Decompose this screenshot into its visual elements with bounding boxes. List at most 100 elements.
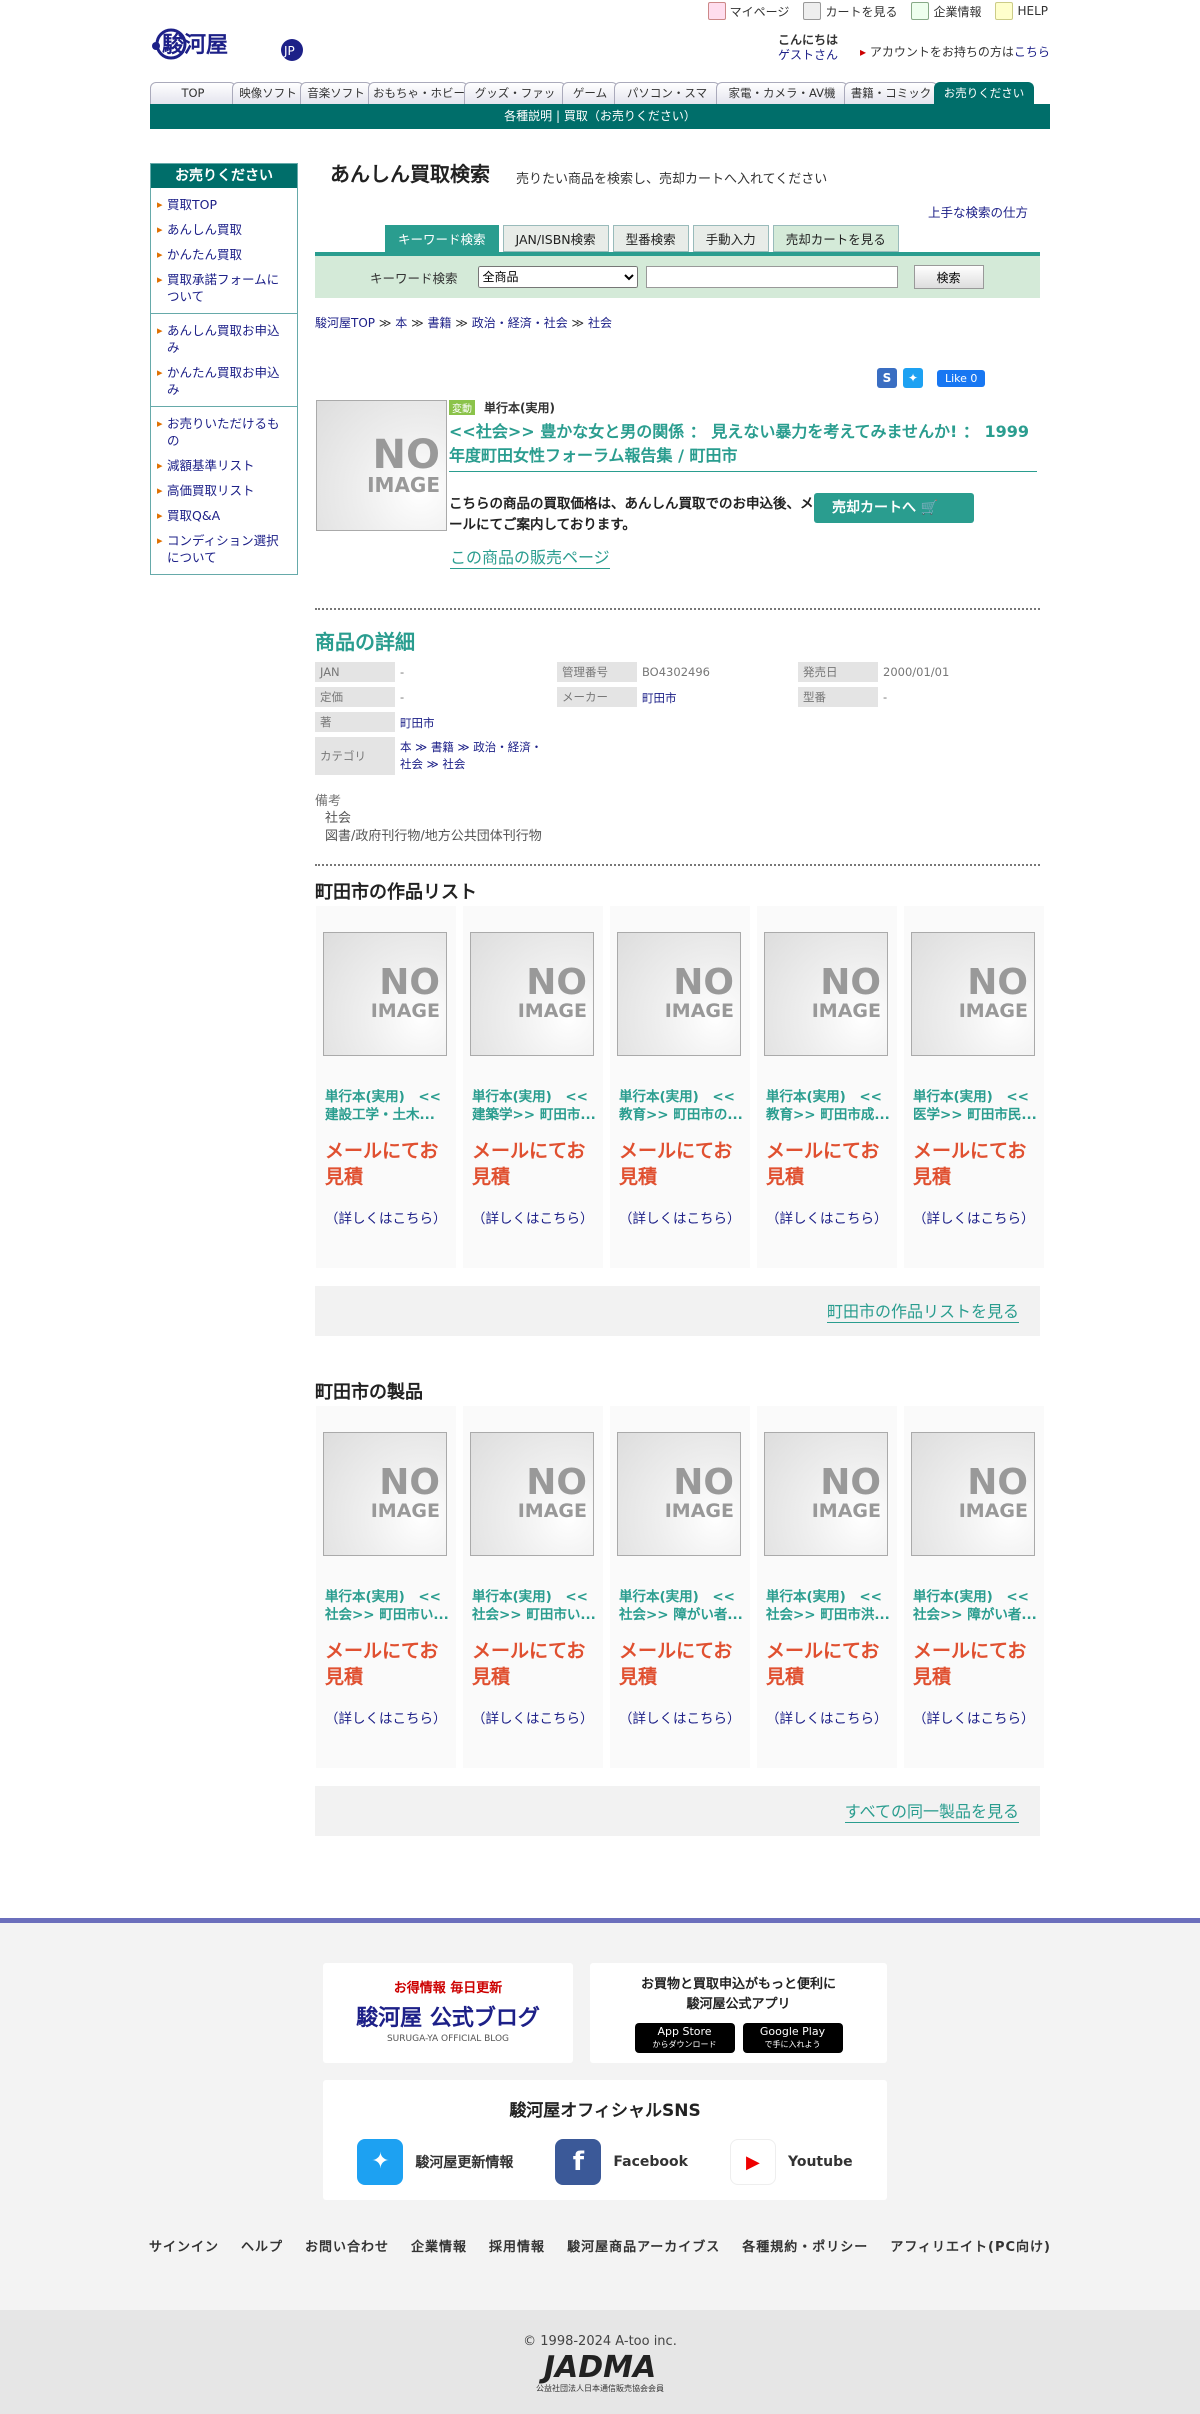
card-title[interactable]: 単行本(実用) <<建築学>> 町田市...	[472, 1088, 596, 1124]
product-card[interactable]: NO IMAGE 単行本(実用) <<建設工学・土木... メールにてお見積 （詳しくは…	[316, 906, 456, 1268]
product-thumbnail[interactable]: NO IMAGE	[470, 1432, 594, 1556]
twitter-icon[interactable]: ✦	[903, 368, 923, 388]
twitter-sns-link[interactable]: ✦ 駿河屋更新情報	[357, 2139, 513, 2185]
product-thumbnail[interactable]: NO IMAGE	[617, 1432, 741, 1556]
help-link[interactable]: HELP	[995, 2, 1048, 20]
tab-top[interactable]: TOP	[150, 82, 236, 104]
sidebar-item-buyback-top[interactable]: 買取TOP	[157, 192, 291, 217]
sidebar-item-qa[interactable]: 買取Q&A	[157, 503, 291, 528]
card-title[interactable]: 単行本(実用) <<医学>> 町田市民...	[913, 1088, 1037, 1124]
card-detail-link[interactable]: （詳しくはこちら）	[913, 1210, 1037, 1229]
tab-pc[interactable]: パソコン・スマ	[614, 82, 720, 104]
youtube-sns-link[interactable]: ▶ Youtube	[729, 2139, 853, 2185]
product-card[interactable]: NO IMAGE 単行本(実用) <<医学>> 町田市民... メールにてお見積 （詳し…	[904, 906, 1044, 1268]
card-detail-link[interactable]: （詳しくはこちら）	[619, 1210, 743, 1229]
product-thumbnail[interactable]: NO IMAGE	[764, 932, 888, 1056]
tab-music[interactable]: 音楽ソフト	[300, 82, 372, 104]
product-card[interactable]: NO IMAGE 単行本(実用) <<教育>> 町田市成... メールにてお見積 （詳し…	[757, 906, 897, 1268]
product-thumbnail[interactable]: NO IMAGE	[911, 1432, 1035, 1556]
product-card[interactable]: NO IMAGE 単行本(実用) <<建築学>> 町田市... メールにてお見積 （詳し…	[463, 906, 603, 1268]
breadcrumb-item[interactable]: 駿河屋TOP	[315, 316, 375, 330]
product-card[interactable]: NO IMAGE 単行本(実用) <<社会>> 障がい者... メールにてお見積 （詳し…	[904, 1406, 1044, 1768]
facebook-like-button[interactable]: Like 0	[937, 369, 986, 387]
sidebar-item-kantan-apply[interactable]: かんたん買取お申込み	[157, 360, 291, 402]
share-s-icon[interactable]: S	[877, 368, 897, 388]
cart-link[interactable]: カートを見る	[803, 2, 897, 20]
login-link[interactable]: こちら	[1014, 45, 1050, 59]
tab-model[interactable]: 型番検索	[612, 225, 689, 252]
facebook-sns-link[interactable]: f Facebook	[555, 2139, 688, 2185]
card-title[interactable]: 単行本(実用) <<教育>> 町田市成...	[766, 1088, 890, 1124]
maker-link[interactable]: 町田市	[642, 691, 677, 705]
footer-link-company[interactable]: 企業情報	[411, 2236, 467, 2255]
product-thumbnail[interactable]: NO IMAGE	[470, 932, 594, 1056]
tab-view-cart[interactable]: 売却カートを見る	[772, 225, 899, 252]
tab-books[interactable]: 書籍・コミック	[844, 82, 938, 104]
tab-video[interactable]: 映像ソフト	[232, 82, 304, 104]
sale-page-link[interactable]: この商品の販売ページ	[450, 544, 610, 569]
sidebar-item-consent-form[interactable]: 買取承諾フォームについて	[157, 267, 291, 309]
search-button[interactable]: 検索	[913, 265, 984, 289]
tab-game[interactable]: ゲーム	[562, 82, 618, 104]
sidebar-item-condition[interactable]: コンディション選択について	[157, 528, 291, 570]
sidebar-item-high-price[interactable]: 高価買取リスト	[157, 478, 291, 503]
blog-banner[interactable]: お得情報 毎日更新 駿河屋 公式ブログ SURUGA-YA OFFICIAL B…	[323, 1963, 573, 2063]
google-play-button[interactable]: Google Play で手に入れよう	[742, 2023, 843, 2053]
works-more-link[interactable]: 町田市の作品リストを見る	[826, 1298, 1019, 1323]
add-to-sell-cart-button[interactable]: 売却カートへ 🛒	[814, 493, 974, 523]
category-select[interactable]: 全商品	[477, 266, 638, 288]
breadcrumb-item[interactable]: 書籍	[427, 316, 451, 330]
category-link[interactable]: 本 ≫ 書籍 ≫ 政治・経済・社会 ≫ 社会	[400, 740, 542, 771]
sidebar-item-acceptable[interactable]: お売りいただけるもの	[157, 411, 291, 453]
mypage-link[interactable]: マイページ	[707, 2, 789, 20]
footer-link-contact[interactable]: お問い合わせ	[305, 2236, 389, 2255]
product-thumbnail[interactable]: NO IMAGE	[323, 932, 447, 1056]
footer-link-recruit[interactable]: 採用情報	[489, 2236, 545, 2255]
sub-bar[interactable]: 各種説明 | 買取（お売りください）	[150, 104, 1050, 129]
card-title[interactable]: 単行本(実用) <<社会>> 障がい者...	[619, 1588, 743, 1624]
product-thumbnail[interactable]: NO IMAGE	[323, 1432, 447, 1556]
guest-link[interactable]: ゲストさん	[778, 48, 838, 63]
company-link[interactable]: 企業情報	[911, 2, 981, 20]
card-detail-link[interactable]: （詳しくはこちら）	[766, 1710, 890, 1729]
tab-manual[interactable]: 手動入力	[692, 225, 769, 252]
card-detail-link[interactable]: （詳しくはこちら）	[766, 1210, 890, 1229]
tab-toys[interactable]: おもちゃ・ホビー	[368, 82, 468, 104]
footer-link-affiliate[interactable]: アフィリエイト(PC向け)	[890, 2236, 1051, 2255]
tab-keyword[interactable]: キーワード検索	[385, 225, 499, 252]
product-card[interactable]: NO IMAGE 単行本(実用) <<教育>> 町田市の... メールにてお見積 （詳し…	[610, 906, 750, 1268]
search-input[interactable]	[645, 266, 898, 288]
author-link[interactable]: 町田市	[400, 716, 435, 730]
product-card[interactable]: NO IMAGE 単行本(実用) <<社会>> 町田市い... メールにてお見積 （詳し…	[316, 1406, 456, 1768]
footer-link-help[interactable]: ヘルプ	[241, 2236, 283, 2255]
sidebar-item-reduction[interactable]: 減額基準リスト	[157, 453, 291, 478]
card-title[interactable]: 単行本(実用) <<社会>> 町田市い...	[472, 1588, 596, 1624]
product-card[interactable]: NO IMAGE 単行本(実用) <<社会>> 町田市洪... メールにてお見積 （詳し…	[757, 1406, 897, 1768]
footer-link-archives[interactable]: 駿河屋商品アーカイブス	[567, 2236, 720, 2255]
footer-link-policy[interactable]: 各種規約・ポリシー	[742, 2236, 868, 2255]
sidebar-item-kantan[interactable]: かんたん買取	[157, 242, 291, 267]
card-title[interactable]: 単行本(実用) <<教育>> 町田市の...	[619, 1088, 743, 1124]
footer-link-signin[interactable]: サインイン	[149, 2236, 219, 2255]
card-title[interactable]: 単行本(実用) <<社会>> 町田市洪...	[766, 1588, 890, 1624]
tab-electronics[interactable]: 家電・カメラ・AV機	[716, 82, 848, 104]
card-detail-link[interactable]: （詳しくはこちら）	[913, 1710, 1037, 1729]
products-more-link[interactable]: すべての同一製品を見る	[844, 1798, 1019, 1823]
card-detail-link[interactable]: （詳しくはこちら）	[472, 1210, 596, 1229]
card-detail-link[interactable]: （詳しくはこちら）	[325, 1710, 449, 1729]
surugaya-logo[interactable]: 駿河屋 JP	[150, 20, 310, 66]
product-card[interactable]: NO IMAGE 単行本(実用) <<社会>> 町田市い... メールにてお見積 （詳し…	[463, 1406, 603, 1768]
card-detail-link[interactable]: （詳しくはこちら）	[325, 1210, 449, 1229]
breadcrumb-item[interactable]: 政治・経済・社会	[472, 316, 568, 330]
app-store-button[interactable]: App Store からダウンロード	[634, 2023, 735, 2053]
card-detail-link[interactable]: （詳しくはこちら）	[472, 1710, 596, 1729]
tab-goods[interactable]: グッズ・ファッ	[464, 82, 566, 104]
tab-jan[interactable]: JAN/ISBN検索	[502, 225, 609, 252]
card-title[interactable]: 単行本(実用) <<建設工学・土木...	[325, 1088, 449, 1124]
product-card[interactable]: NO IMAGE 単行本(実用) <<社会>> 障がい者... メールにてお見積 （詳し…	[610, 1406, 750, 1768]
product-thumbnail[interactable]: NO IMAGE	[617, 932, 741, 1056]
card-title[interactable]: 単行本(実用) <<社会>> 障がい者...	[913, 1588, 1037, 1624]
breadcrumb-item[interactable]: 本	[395, 316, 407, 330]
sidebar-item-anshin-apply[interactable]: あんしん買取お申込み	[157, 318, 291, 360]
product-thumbnail[interactable]: NO IMAGE	[764, 1432, 888, 1556]
